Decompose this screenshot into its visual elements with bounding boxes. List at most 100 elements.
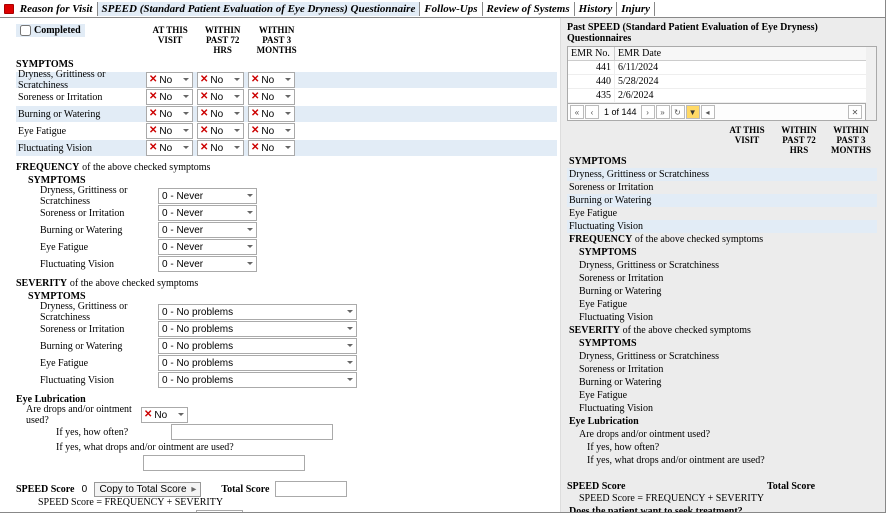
symptom-label: Dryness, Grittiness or Scratchiness: [16, 69, 146, 91]
freq-label: Fluctuating Vision: [28, 259, 158, 270]
tab-reason-for-visit[interactable]: Reason for Visit: [0, 2, 98, 16]
seek-treatment-question: Does the patient want to seek treatment?: [16, 513, 190, 514]
tab-injury[interactable]: Injury: [617, 2, 655, 16]
h72-select[interactable]: ✕No: [197, 106, 244, 122]
formula-text: SPEED Score = FREQUENCY + SEVERITY: [38, 497, 557, 508]
r-speed-score-label: SPEED Score: [567, 481, 767, 492]
freq-row: Fluctuating Vision 0 - Never: [28, 256, 557, 272]
m3-select[interactable]: ✕No: [248, 89, 295, 105]
close-icon[interactable]: ✕: [848, 105, 862, 119]
play-icon[interactable]: ◂: [701, 105, 715, 119]
freq-row: Burning or Watering 0 - Never: [28, 222, 557, 238]
h72-select[interactable]: ✕No: [197, 140, 244, 156]
m3-select[interactable]: ✕No: [248, 106, 295, 122]
h72-select[interactable]: ✕No: [197, 72, 244, 88]
r-severity-sub: of the above checked symptoms: [623, 325, 751, 336]
col-header-3months: WITHIN PAST 3 MONTHS: [250, 25, 304, 57]
grid-row[interactable]: 440 5/28/2024: [568, 75, 867, 89]
m3-select[interactable]: ✕No: [248, 123, 295, 139]
sev-row: Fluctuating Vision 0 - No problems: [28, 372, 557, 388]
grid-header-emr[interactable]: EMR No.: [568, 47, 615, 60]
r-frequency-sub: of the above checked symptoms: [635, 234, 763, 245]
page: Reason for Visit SPEED (Standard Patient…: [0, 0, 886, 513]
total-score-input[interactable]: [275, 481, 347, 497]
page-last-icon[interactable]: »: [656, 105, 670, 119]
visit-select[interactable]: ✕No: [146, 123, 193, 139]
sev-row: Eye Fatigue 0 - No problems: [28, 355, 557, 371]
r-how-often-question: If yes, how often?: [567, 441, 877, 454]
h72-select[interactable]: ✕No: [197, 89, 244, 105]
paginator: « ‹ 1 of 144 › » ↻ ▼ ◂ ✕: [567, 104, 866, 121]
sev-select[interactable]: 0 - No problems: [158, 372, 357, 388]
completed-checkbox[interactable]: Completed: [16, 24, 85, 37]
sev-select[interactable]: 0 - No problems: [158, 338, 357, 354]
r-freq-row: Eye Fatigue: [567, 298, 877, 311]
tab-speed[interactable]: SPEED (Standard Patient Evaluation of Ey…: [98, 2, 421, 16]
tab-review-of-systems[interactable]: Review of Systems: [483, 2, 575, 16]
symptom-row: Dryness, Grittiness or Scratchiness ✕No …: [16, 72, 557, 88]
page-prev-icon[interactable]: ‹: [585, 105, 599, 119]
what-drops-input[interactable]: [143, 455, 305, 471]
sev-select[interactable]: 0 - No problems: [158, 355, 357, 371]
r-sev-row: Dryness, Grittiness or Scratchiness: [567, 350, 877, 363]
freq-select[interactable]: 0 - Never: [158, 256, 257, 272]
freq-select[interactable]: 0 - Never: [158, 188, 257, 204]
drops-question: Are drops and/or ointment used?: [26, 404, 141, 426]
freq-select[interactable]: 0 - Never: [158, 205, 257, 221]
chevron-right-icon: ▸: [191, 484, 196, 495]
freq-select[interactable]: 0 - Never: [158, 222, 257, 238]
grid-row[interactable]: 435 2/6/2024: [568, 89, 867, 103]
total-score-label: Total Score: [221, 484, 269, 495]
tab-follow-ups[interactable]: Follow-Ups: [420, 2, 482, 16]
r-eye-lub-title: Eye Lubrication: [567, 415, 877, 428]
m3-select[interactable]: ✕No: [248, 140, 295, 156]
how-often-input[interactable]: [171, 424, 333, 440]
freq-label: Eye Fatigue: [28, 242, 158, 253]
r-col-header-visit: AT THIS VISIT: [721, 125, 773, 155]
visit-select[interactable]: ✕No: [146, 140, 193, 156]
r-col-header-3months: WITHIN PAST 3 MONTHS: [825, 125, 877, 155]
grid-row[interactable]: 441 6/11/2024: [568, 61, 867, 75]
seek-treatment-select[interactable]: ✕No: [196, 510, 243, 513]
r-symptom-row: Dryness, Grittiness or Scratchiness: [567, 168, 877, 181]
freq-row: Dryness, Grittiness or Scratchiness 0 - …: [28, 188, 557, 204]
page-next-icon[interactable]: ›: [641, 105, 655, 119]
tab-history[interactable]: History: [575, 2, 618, 16]
h72-select[interactable]: ✕No: [197, 123, 244, 139]
r-severity-title: SEVERITY: [569, 325, 620, 336]
symptom-label: Eye Fatigue: [16, 126, 146, 137]
m3-select[interactable]: ✕No: [248, 72, 295, 88]
r-symptom-row: Fluctuating Vision: [567, 220, 877, 233]
sev-label: Soreness or Irritation: [28, 324, 158, 335]
r-freq-row: Soreness or Irritation: [567, 272, 877, 285]
drops-select[interactable]: ✕No: [141, 407, 188, 423]
scrollbar[interactable]: [866, 46, 877, 121]
sev-select[interactable]: 0 - No problems: [158, 304, 357, 320]
symptom-label: Fluctuating Vision: [16, 143, 146, 154]
filter-icon[interactable]: ▼: [686, 105, 700, 119]
sev-row: Dryness, Grittiness or Scratchiness 0 - …: [28, 304, 557, 320]
r-sev-row: Eye Fatigue: [567, 389, 877, 402]
visit-select[interactable]: ✕No: [146, 106, 193, 122]
copy-to-total-button[interactable]: Copy to Total Score ▸: [94, 482, 201, 497]
refresh-icon[interactable]: ↻: [671, 105, 685, 119]
r-sev-row: Fluctuating Vision: [567, 402, 877, 415]
symptom-label: Burning or Watering: [16, 109, 146, 120]
tab-label: SPEED (Standard Patient Evaluation of Ey…: [102, 3, 416, 15]
sev-select[interactable]: 0 - No problems: [158, 321, 357, 337]
speed-score-value: 0: [74, 484, 94, 495]
page-first-icon[interactable]: «: [570, 105, 584, 119]
completed-label: Completed: [34, 25, 81, 36]
r-freq-row: Fluctuating Vision: [567, 311, 877, 324]
visit-select[interactable]: ✕No: [146, 72, 193, 88]
grid-header-date[interactable]: EMR Date: [615, 47, 867, 60]
col-header-visit: AT THIS VISIT: [145, 25, 196, 57]
visit-select[interactable]: ✕No: [146, 89, 193, 105]
r-col-header-72hrs: WITHIN PAST 72 HRS: [773, 125, 825, 155]
r-symptom-row: Eye Fatigue: [567, 207, 877, 220]
completed-checkbox-input[interactable]: [20, 25, 31, 36]
grid-cell-emr: 441: [568, 61, 615, 74]
freq-select[interactable]: 0 - Never: [158, 239, 257, 255]
freq-row: Eye Fatigue 0 - Never: [28, 239, 557, 255]
symptom-row: Burning or Watering ✕No ✕No ✕No: [16, 106, 557, 122]
